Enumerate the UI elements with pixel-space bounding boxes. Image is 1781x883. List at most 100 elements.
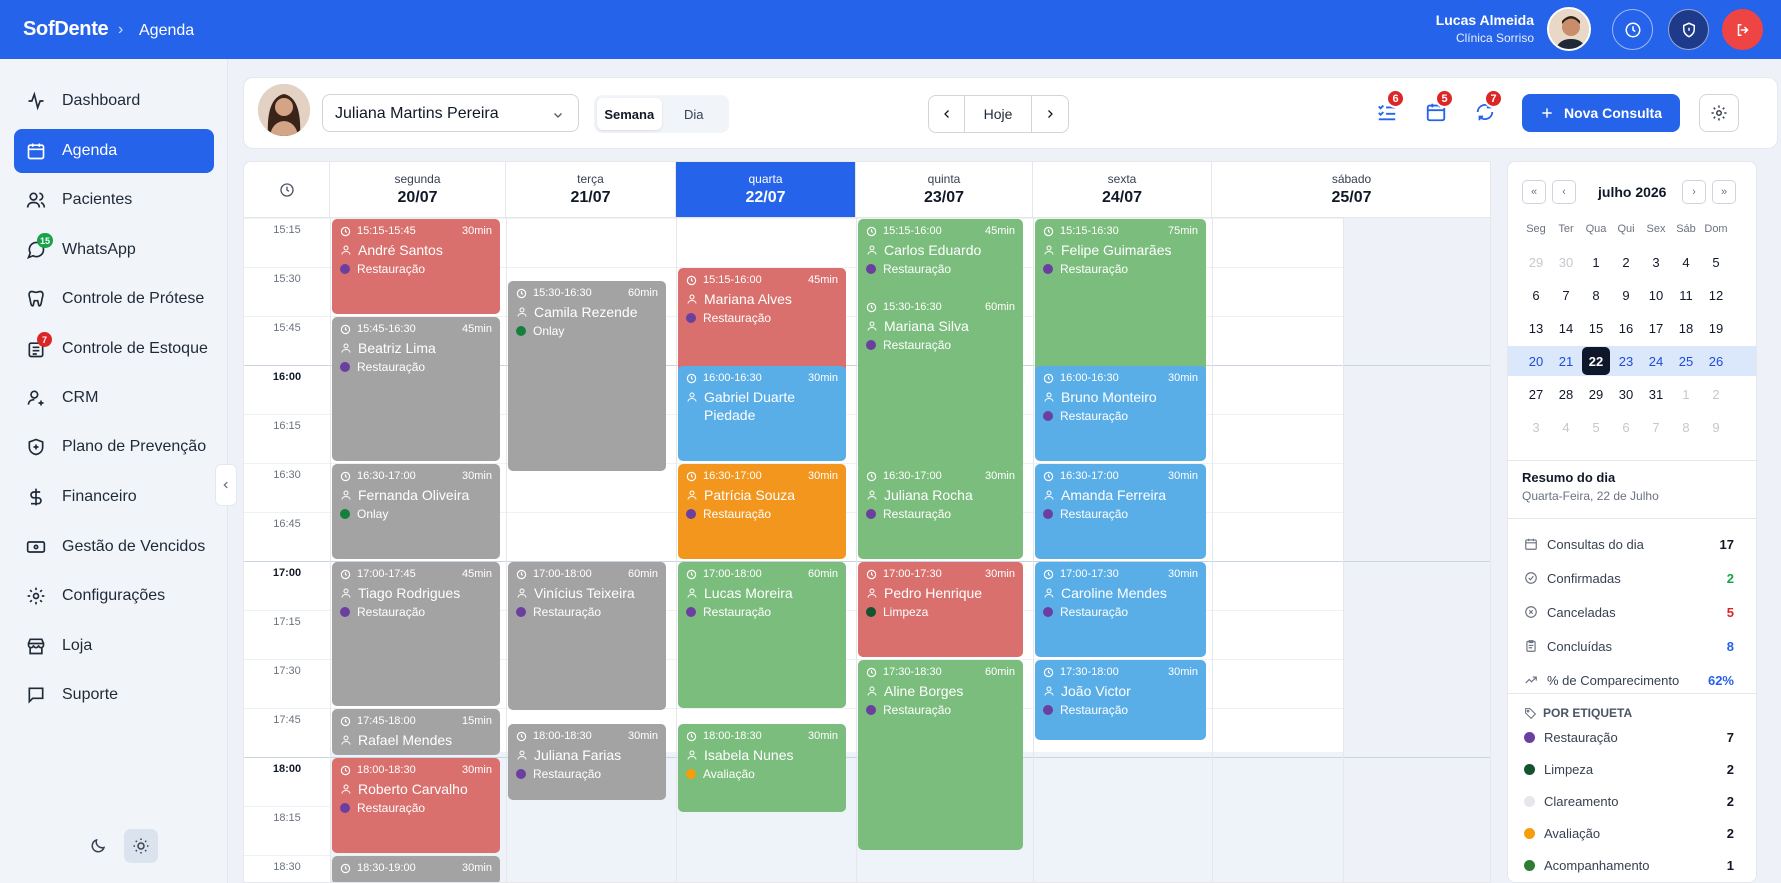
tag-row[interactable]: Clareamento 2	[1524, 794, 1734, 809]
appointment-card[interactable]: 17:30-18:00 30min João Victor Restauração	[1035, 660, 1206, 740]
calendar-day[interactable]: 25	[1672, 347, 1700, 375]
sync-button[interactable]: 7	[1470, 89, 1503, 127]
sidebar-item-loja[interactable]: Loja	[14, 624, 214, 668]
next-year-button[interactable]: »	[1712, 180, 1736, 204]
appointment-card[interactable]: 15:15-16:30 75min Felipe Guimarães Restaura…	[1035, 219, 1206, 376]
sidebar-collapse-button[interactable]	[215, 464, 237, 506]
view-week-button[interactable]: Semana	[597, 98, 662, 130]
light-mode-button[interactable]	[124, 829, 158, 863]
prev-button[interactable]	[929, 96, 965, 132]
tag-row[interactable]: Avaliação 2	[1524, 826, 1734, 841]
appointment-card[interactable]: 15:15-15:45 30min André Santos Restauração	[332, 219, 500, 314]
calendar-day[interactable]: 3	[1642, 248, 1670, 276]
calendar-day[interactable]: 1	[1672, 380, 1700, 408]
day-header[interactable]: sexta 24/07	[1033, 162, 1212, 218]
logout-button[interactable]	[1722, 9, 1763, 50]
sidebar-item-protese[interactable]: Controle de Prótese	[14, 277, 214, 321]
calendar-day[interactable]: 15	[1582, 314, 1610, 342]
brand-logo[interactable]: SofDente	[23, 18, 109, 41]
calendar-day[interactable]: 12	[1702, 281, 1730, 309]
appointment-card[interactable]: 18:00-18:30 30min Isabela Nunes Avaliação	[678, 724, 846, 812]
appointment-card[interactable]: 16:30-17:00 30min Fernanda Oliveira Onlay	[332, 464, 500, 559]
calendar-day[interactable]: 10	[1642, 281, 1670, 309]
user-avatar[interactable]	[1547, 7, 1591, 51]
appointment-card[interactable]: 18:00-18:30 30min Roberto Carvalho Restaura…	[332, 758, 500, 853]
sidebar-item-dashboard[interactable]: Dashboard	[14, 79, 214, 123]
sidebar-item-crm[interactable]: CRM	[14, 376, 214, 420]
calendar-day[interactable]: 27	[1522, 380, 1550, 408]
calendar-day[interactable]: 16	[1612, 314, 1640, 342]
today-button[interactable]: Hoje	[965, 96, 1032, 132]
calendar-day[interactable]: 5	[1582, 413, 1610, 441]
sidebar-item-whatsapp[interactable]: 15 WhatsApp	[14, 228, 214, 272]
appointment-card[interactable]: 16:30-17:00 30min Juliana Rocha Restauração	[858, 464, 1023, 559]
view-day-button[interactable]: Dia	[662, 98, 727, 130]
sidebar-item-estoque[interactable]: 7 Controle de Estoque	[14, 327, 214, 371]
calendar-day[interactable]: 28	[1552, 380, 1580, 408]
calendar-day[interactable]: 23	[1612, 347, 1640, 375]
calendar-day[interactable]: 2	[1702, 380, 1730, 408]
clock-button[interactable]	[1612, 9, 1653, 50]
security-button[interactable]	[1668, 9, 1709, 50]
appointment-card[interactable]: 17:00-17:30 30min Pedro Henrique Limpeza	[858, 562, 1023, 657]
next-month-button[interactable]: ›	[1682, 180, 1706, 204]
calendar-day[interactable]: 31	[1642, 380, 1670, 408]
day-header[interactable]: segunda 20/07	[330, 162, 506, 218]
calendar-day[interactable]: 14	[1552, 314, 1580, 342]
prev-month-button[interactable]: ‹	[1552, 180, 1576, 204]
sidebar-item-pacientes[interactable]: Pacientes	[14, 178, 214, 222]
settings-button[interactable]	[1699, 94, 1739, 132]
appointment-card[interactable]: 17:00-17:45 45min Tiago Rodrigues Restauraç…	[332, 562, 500, 706]
appointment-card[interactable]: 15:15-16:00 45min Mariana Alves Restauração	[678, 268, 846, 374]
appointment-card[interactable]: 17:30-18:30 60min Aline Borges Restauração	[858, 660, 1023, 850]
calendar-day[interactable]: 17	[1642, 314, 1670, 342]
calendar-day[interactable]: 24	[1642, 347, 1670, 375]
day-header[interactable]: terça 21/07	[506, 162, 676, 218]
day-header[interactable]: quinta 23/07	[856, 162, 1033, 218]
calendar-day[interactable]: 7	[1552, 281, 1580, 309]
calendar-day[interactable]: 13	[1522, 314, 1550, 342]
calendar-day[interactable]: 18	[1672, 314, 1700, 342]
appointment-card[interactable]: 15:30-16:30 60min Camila Rezende Onlay	[508, 281, 666, 471]
calendar-day[interactable]: 9	[1612, 281, 1640, 309]
appointment-card[interactable]: 18:30-19:0030minLarissa CostaRestauração	[332, 856, 500, 882]
next-button[interactable]	[1032, 96, 1068, 132]
tag-row[interactable]: Limpeza 2	[1524, 762, 1734, 777]
day-header[interactable]: sábado 25/07	[1212, 162, 1490, 218]
calendar-day[interactable]: 2	[1612, 248, 1640, 276]
calendar-day[interactable]: 6	[1612, 413, 1640, 441]
calendar-day[interactable]: 21	[1552, 347, 1580, 375]
appointment-card[interactable]: 17:00-17:30 30min Caroline Mendes Restauraç…	[1035, 562, 1206, 657]
appointment-card[interactable]: 16:30-17:00 30min Patrícia Souza Restauraçã…	[678, 464, 846, 559]
calendar-day[interactable]: 20	[1522, 347, 1550, 375]
calendar-day[interactable]: 8	[1672, 413, 1700, 441]
calendar-day[interactable]: 29	[1522, 248, 1550, 276]
calendar-day[interactable]: 7	[1642, 413, 1670, 441]
day-header[interactable]: quarta 22/07	[676, 162, 856, 218]
patient-select[interactable]: Juliana Martins Pereira	[322, 94, 579, 132]
tag-row[interactable]: Restauração 7	[1524, 730, 1734, 745]
tag-row[interactable]: Acompanhamento 1	[1524, 858, 1734, 873]
tasks-button[interactable]: 6	[1372, 89, 1405, 127]
calendar-day[interactable]: 6	[1522, 281, 1550, 309]
calendar-day[interactable]: 30	[1612, 380, 1640, 408]
sidebar-item-suporte[interactable]: Suporte	[14, 673, 214, 717]
appointment-card[interactable]: 16:00-16:30 30min Bruno Monteiro Restauraçã…	[1035, 366, 1206, 461]
calendar-day[interactable]: 22	[1582, 347, 1610, 375]
appointment-card[interactable]: 15:45-16:30 45min Beatriz Lima Restauração	[332, 317, 500, 461]
sidebar-item-prevencao[interactable]: Plano de Prevenção	[14, 425, 214, 469]
calendar-alerts-button[interactable]: 5	[1421, 89, 1454, 127]
calendar-day[interactable]: 26	[1702, 347, 1730, 375]
calendar-day[interactable]: 3	[1522, 413, 1550, 441]
sidebar-item-configuracoes[interactable]: Configurações	[14, 574, 214, 618]
calendar-day[interactable]: 9	[1702, 413, 1730, 441]
appointment-card[interactable]: 17:00-18:00 60min Vinícius Teixeira Restaur…	[508, 562, 666, 710]
appointment-card[interactable]: 18:00-18:30 30min Juliana Farias Restauraçã…	[508, 724, 666, 800]
appointment-card[interactable]: 17:00-18:00 60min Lucas Moreira Restauração	[678, 562, 846, 708]
sidebar-item-vencidos[interactable]: Gestão de Vencidos	[14, 525, 214, 569]
sidebar-item-agenda[interactable]: Agenda	[14, 129, 214, 173]
calendar-day[interactable]: 4	[1672, 248, 1700, 276]
dark-mode-button[interactable]	[81, 829, 115, 863]
prev-year-button[interactable]: «	[1522, 180, 1546, 204]
appointment-card[interactable]: 15:30-16:30 60min Mariana Silva Restauração	[858, 295, 1023, 471]
